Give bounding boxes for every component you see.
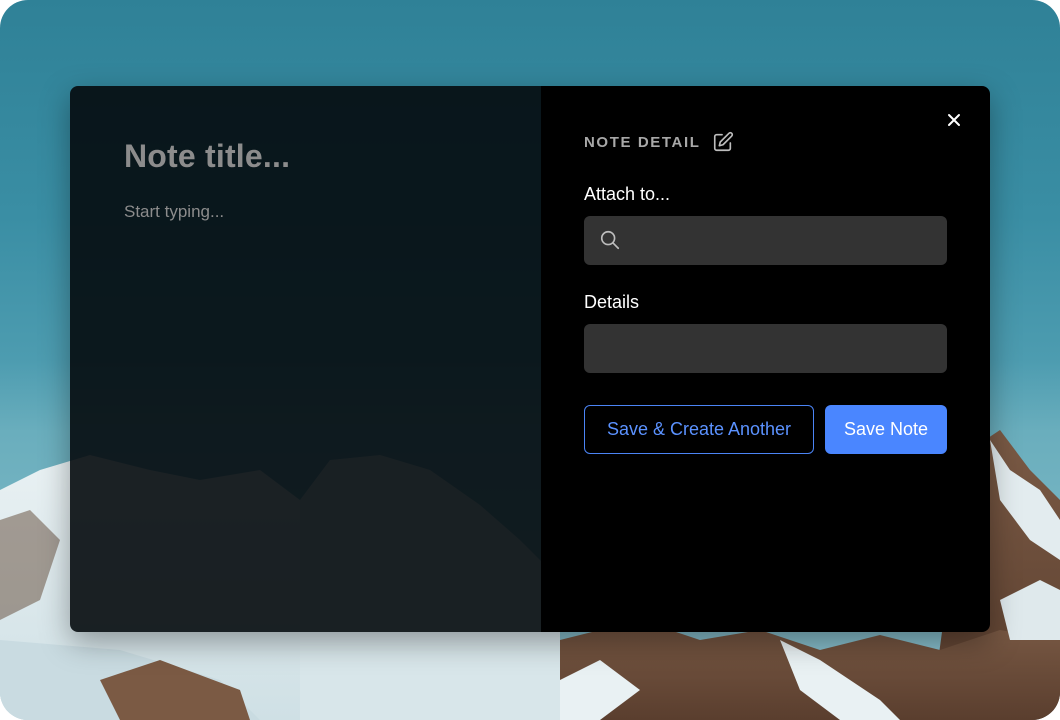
attach-label: Attach to... xyxy=(584,184,671,204)
details-label: Details xyxy=(584,292,640,312)
attach-search-input[interactable] xyxy=(584,216,947,265)
save-create-another-button[interactable]: Save & Create Another xyxy=(584,405,814,454)
edit-icon[interactable] xyxy=(712,131,734,153)
close-button[interactable] xyxy=(944,110,964,130)
note-modal: Note title... Start typing... NOTE DETAI… xyxy=(70,86,990,632)
search-icon xyxy=(600,230,620,250)
note-detail-pane: NOTE DETAIL Attach to... Details Save & … xyxy=(541,86,990,632)
details-input[interactable] xyxy=(584,324,947,373)
note-editor-pane: Note title... Start typing... xyxy=(70,86,541,632)
save-note-button[interactable]: Save Note xyxy=(825,405,947,454)
note-body-input[interactable]: Start typing... xyxy=(124,202,224,222)
close-icon xyxy=(948,114,960,126)
note-title-input[interactable]: Note title... xyxy=(124,138,290,175)
detail-heading-text: NOTE DETAIL xyxy=(584,133,701,151)
app-window: Note title... Start typing... NOTE DETAI… xyxy=(0,0,1060,720)
detail-heading: NOTE DETAIL xyxy=(584,131,734,153)
